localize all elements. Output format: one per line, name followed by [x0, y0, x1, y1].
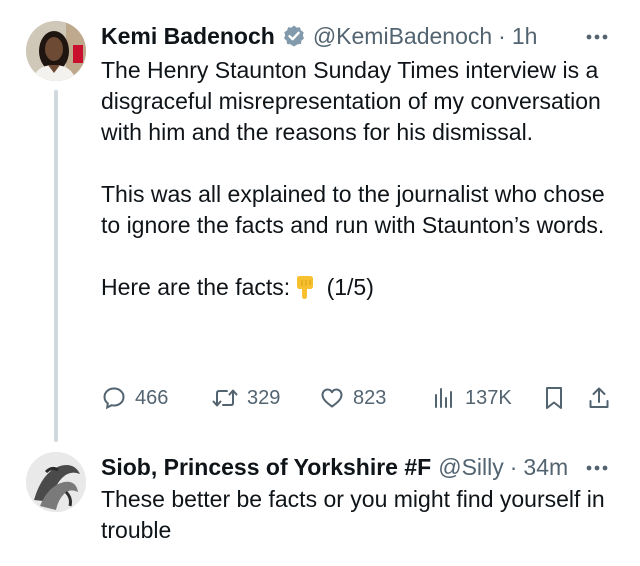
bookmark-icon — [542, 385, 566, 411]
reply-count: 466 — [135, 386, 169, 409]
heart-icon — [319, 385, 345, 411]
avatar[interactable] — [26, 452, 86, 512]
separator-dot: · — [509, 454, 518, 480]
retweet-icon — [211, 385, 239, 411]
author-name[interactable]: Siob, Princess of Yorkshire #F — [101, 452, 431, 482]
thread-connector-line — [54, 90, 58, 442]
tweet-text: The Henry Staunton Sunday Times intervie… — [101, 55, 621, 303]
tweet-text: These better be facts or you might find … — [101, 486, 605, 543]
share-icon — [586, 385, 612, 411]
tweet-paragraph: This was all explained to the journalist… — [101, 181, 605, 238]
facts-line: Here are the facts: — [101, 274, 291, 300]
reply-button[interactable]: 466 — [101, 383, 168, 413]
tweet-timestamp[interactable]: 1h — [512, 21, 538, 51]
more-options-icon[interactable] — [584, 458, 610, 478]
retweet-button[interactable]: 329 — [211, 383, 280, 413]
tweet-header: Siob, Princess of Yorkshire #F @Silly · … — [101, 452, 568, 482]
like-count: 823 — [353, 386, 387, 409]
avatar-photo — [26, 21, 86, 81]
tweet-timestamp[interactable]: 34m — [523, 452, 568, 482]
more-options-icon[interactable] — [584, 27, 610, 47]
bookmark-button[interactable] — [542, 383, 566, 413]
verified-badge-icon — [282, 24, 306, 48]
avatar-photo — [26, 452, 86, 512]
tweet-paragraph: Here are the facts: (1/5) — [101, 272, 621, 303]
avatar[interactable] — [26, 21, 86, 81]
tweet-actions: 466 329 823 137K — [101, 383, 621, 413]
author-name[interactable]: Kemi Badenoch — [101, 21, 275, 51]
like-button[interactable]: 823 — [319, 383, 386, 413]
tweet-paragraph: The Henry Staunton Sunday Times intervie… — [101, 57, 601, 145]
separator-dot: · — [498, 23, 506, 49]
thread-count: (1/5) — [326, 274, 374, 300]
tweet-header: Kemi Badenoch @KemiBadenoch · 1h — [101, 21, 537, 51]
author-handle[interactable]: @Silly — [438, 452, 504, 482]
main-tweet[interactable]: Kemi Badenoch @KemiBadenoch · 1h The Hen… — [0, 0, 640, 442]
views-button[interactable]: 137K — [431, 383, 512, 413]
pointing-down-emoji — [292, 274, 318, 300]
retweet-count: 329 — [247, 386, 281, 409]
author-handle[interactable]: @KemiBadenoch — [313, 21, 492, 51]
reply-icon — [101, 385, 127, 411]
share-button[interactable] — [586, 383, 612, 413]
views-icon — [431, 385, 457, 411]
views-count: 137K — [465, 386, 512, 409]
